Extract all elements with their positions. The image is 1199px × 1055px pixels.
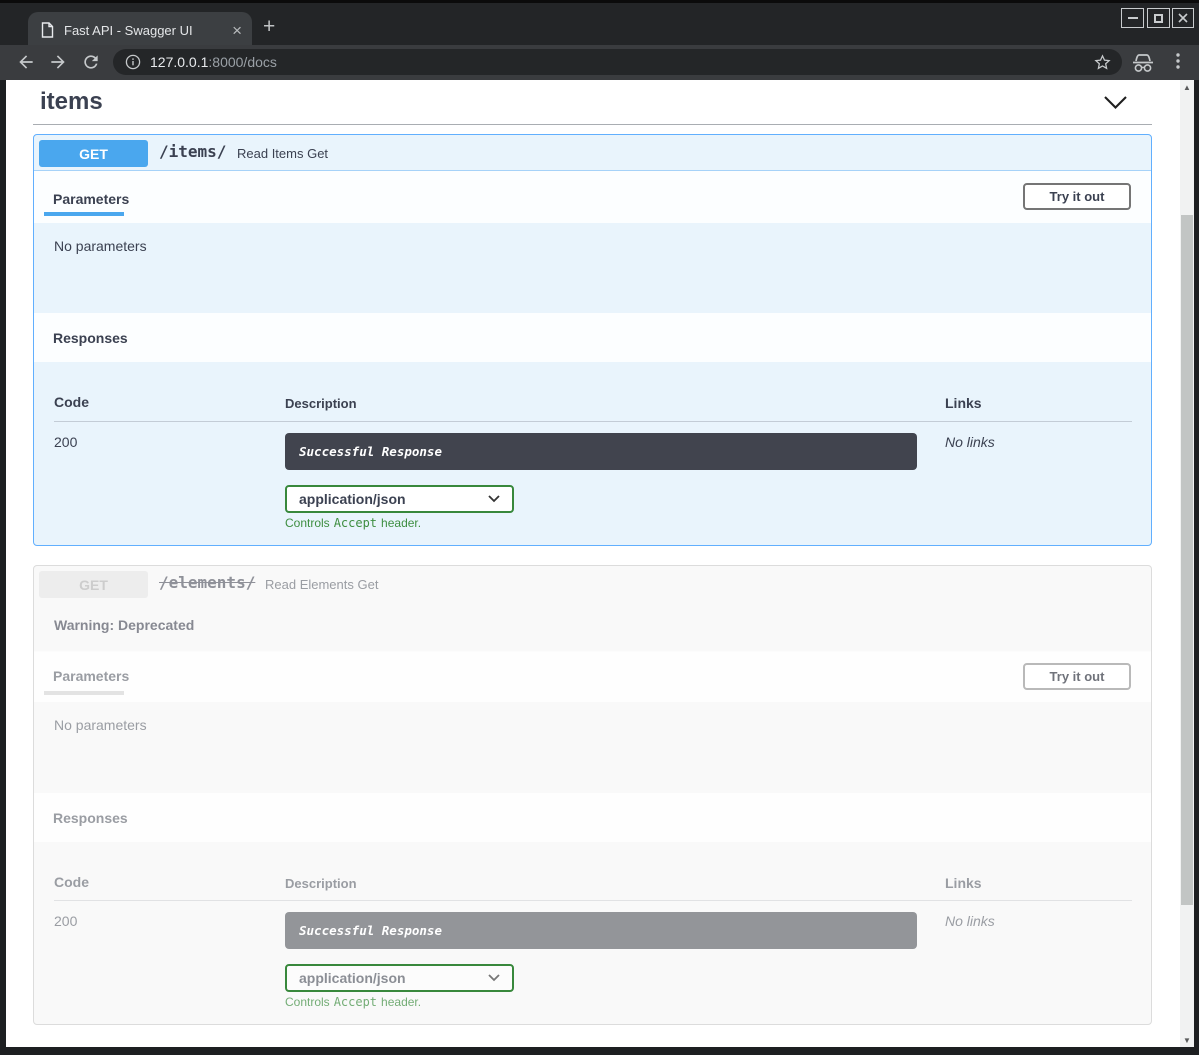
column-header-code: Code — [54, 394, 89, 410]
note-suffix: header. — [381, 995, 421, 1009]
window-maximize-button[interactable] — [1147, 8, 1170, 28]
endpoint-summary: Read Items Get — [237, 146, 328, 161]
scroll-down-arrow-icon[interactable]: ▼ — [1180, 1033, 1194, 1047]
browser-menu-icon[interactable] — [1169, 52, 1187, 70]
section-divider — [33, 124, 1152, 125]
opblock-header[interactable]: GET /items/ Read Items Get — [34, 135, 1151, 171]
incognito-icon — [1130, 52, 1156, 74]
new-tab-button[interactable]: + — [263, 15, 275, 39]
url-host: 127.0.0.1 — [150, 54, 208, 70]
responses-title: Responses — [53, 330, 128, 346]
swagger-page: items GET /items/ Read Items Get Paramet… — [6, 80, 1180, 1047]
method-badge: GET — [39, 140, 148, 167]
minimize-icon — [1128, 17, 1138, 19]
media-type-value: application/json — [299, 491, 406, 507]
status-code: 200 — [54, 913, 77, 929]
close-icon — [1178, 13, 1188, 23]
url-path: :8000/docs — [208, 54, 277, 70]
no-links-text: No links — [945, 434, 995, 450]
no-parameters-text: No parameters — [54, 717, 147, 733]
note-prefix: Controls — [285, 516, 330, 530]
table-divider — [54, 421, 1132, 422]
opblock-get-items: GET /items/ Read Items Get Parameters Tr… — [33, 134, 1152, 546]
chevron-down-icon — [488, 495, 500, 503]
note-suffix: header. — [381, 516, 421, 530]
url-text[interactable]: 127.0.0.1:8000/docs — [150, 54, 1093, 70]
column-header-description: Description — [285, 876, 357, 891]
vertical-scrollbar[interactable]: ▲ ▼ — [1180, 80, 1194, 1047]
reload-button[interactable] — [81, 52, 101, 72]
responses-title: Responses — [53, 810, 128, 826]
note-code: Accept — [334, 995, 377, 1009]
active-tab-underline — [44, 691, 124, 695]
scroll-up-arrow-icon[interactable]: ▲ — [1180, 80, 1194, 94]
browser-window: Fast API - Swagger UI × + 127.0.0.1:8000… — [0, 0, 1199, 1055]
note-code: Accept — [334, 516, 377, 530]
endpoint-summary: Read Elements Get — [265, 577, 378, 592]
bookmark-star-icon[interactable] — [1093, 53, 1112, 72]
try-it-out-button[interactable]: Try it out — [1023, 183, 1131, 210]
column-header-links: Links — [945, 395, 982, 411]
column-header-code: Code — [54, 874, 89, 890]
parameters-header-row — [34, 171, 1151, 223]
endpoint-path: /items/ — [159, 142, 226, 161]
response-description: Successful Response — [285, 433, 917, 470]
note-prefix: Controls — [285, 995, 330, 1009]
response-description: Successful Response — [285, 912, 917, 949]
column-header-description: Description — [285, 396, 357, 411]
address-bar[interactable]: 127.0.0.1:8000/docs — [113, 49, 1122, 75]
status-code: 200 — [54, 434, 77, 450]
column-header-links: Links — [945, 875, 982, 891]
media-type-select[interactable]: application/json — [285, 964, 514, 992]
scrollbar-thumb[interactable] — [1181, 215, 1193, 905]
opblock-get-elements-deprecated: GET /elements/ Read Elements Get Warning… — [33, 565, 1152, 1025]
try-it-out-button[interactable]: Try it out — [1023, 663, 1131, 690]
accept-header-note: Controls Accept header. — [285, 516, 421, 530]
section-title[interactable]: items — [40, 88, 103, 116]
active-tab-underline — [44, 212, 124, 216]
tab-parameters[interactable]: Parameters — [53, 668, 129, 684]
page-favicon-icon — [41, 22, 54, 38]
method-badge: GET — [39, 571, 148, 598]
window-minimize-button[interactable] — [1121, 8, 1144, 28]
browser-tab[interactable]: Fast API - Swagger UI × — [28, 12, 252, 48]
deprecated-warning: Warning: Deprecated — [54, 617, 194, 633]
opblock-header[interactable]: GET /elements/ Read Elements Get — [34, 566, 1151, 602]
accept-header-note: Controls Accept header. — [285, 995, 421, 1009]
endpoint-path: /elements/ — [159, 573, 255, 592]
site-info-icon[interactable] — [125, 54, 141, 70]
chevron-down-icon — [488, 974, 500, 982]
section-collapse-chevron-icon[interactable] — [1103, 95, 1128, 110]
media-type-select[interactable]: application/json — [285, 485, 514, 513]
window-close-button[interactable] — [1172, 8, 1194, 28]
no-parameters-text: No parameters — [54, 238, 147, 254]
no-links-text: No links — [945, 913, 995, 929]
forward-button[interactable] — [48, 52, 68, 72]
title-bar: Fast API - Swagger UI × + — [0, 0, 1199, 45]
back-button[interactable] — [16, 52, 36, 72]
table-divider — [54, 900, 1132, 901]
tab-title: Fast API - Swagger UI — [64, 23, 232, 38]
tab-parameters[interactable]: Parameters — [53, 191, 129, 207]
media-type-value: application/json — [299, 970, 406, 986]
tab-close-icon[interactable]: × — [232, 22, 242, 39]
maximize-icon — [1154, 14, 1163, 23]
parameters-header-row — [34, 651, 1151, 702]
responses-header-row — [34, 793, 1151, 842]
responses-header-row — [34, 313, 1151, 362]
